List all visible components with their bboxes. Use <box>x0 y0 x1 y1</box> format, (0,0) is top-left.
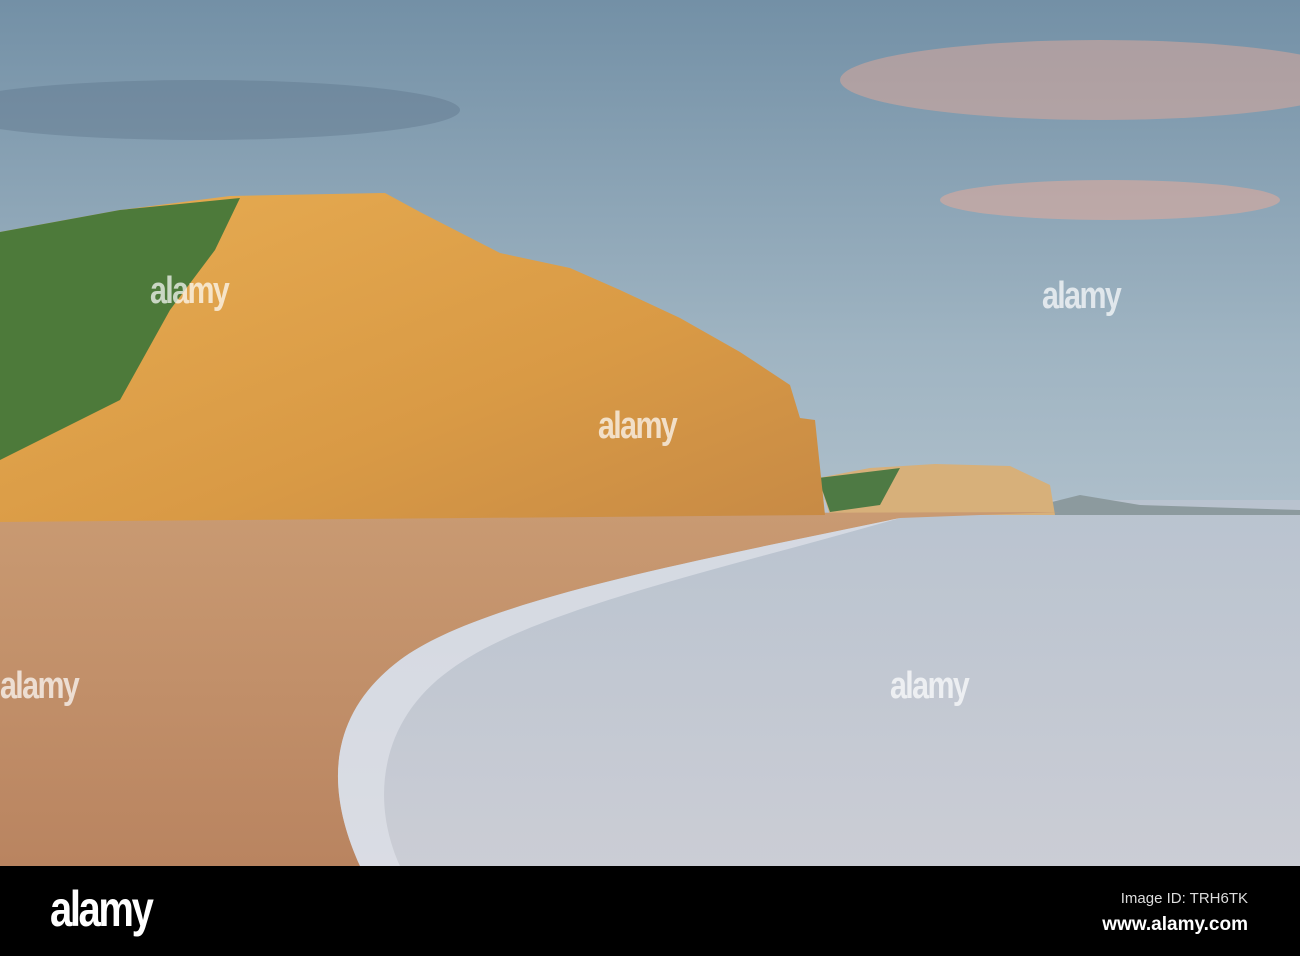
watermark: alamy <box>0 665 80 707</box>
alamy-logo: alamy <box>50 881 154 937</box>
pink-cloud <box>940 180 1280 220</box>
watermark: alamy <box>1042 275 1122 317</box>
watermark: alamy <box>890 665 970 707</box>
photo-scene: alamy alamy alamy alamy alamy alamy Imag… <box>0 0 1300 956</box>
image-id: Image ID: TRH6TK <box>1120 890 1248 907</box>
site-url: www.alamy.com <box>1102 914 1248 935</box>
footer-bar: alamy Image ID: TRH6TK www.alamy.com <box>0 866 1300 956</box>
watermark: alamy <box>598 405 678 447</box>
watermark: alamy <box>150 270 230 312</box>
